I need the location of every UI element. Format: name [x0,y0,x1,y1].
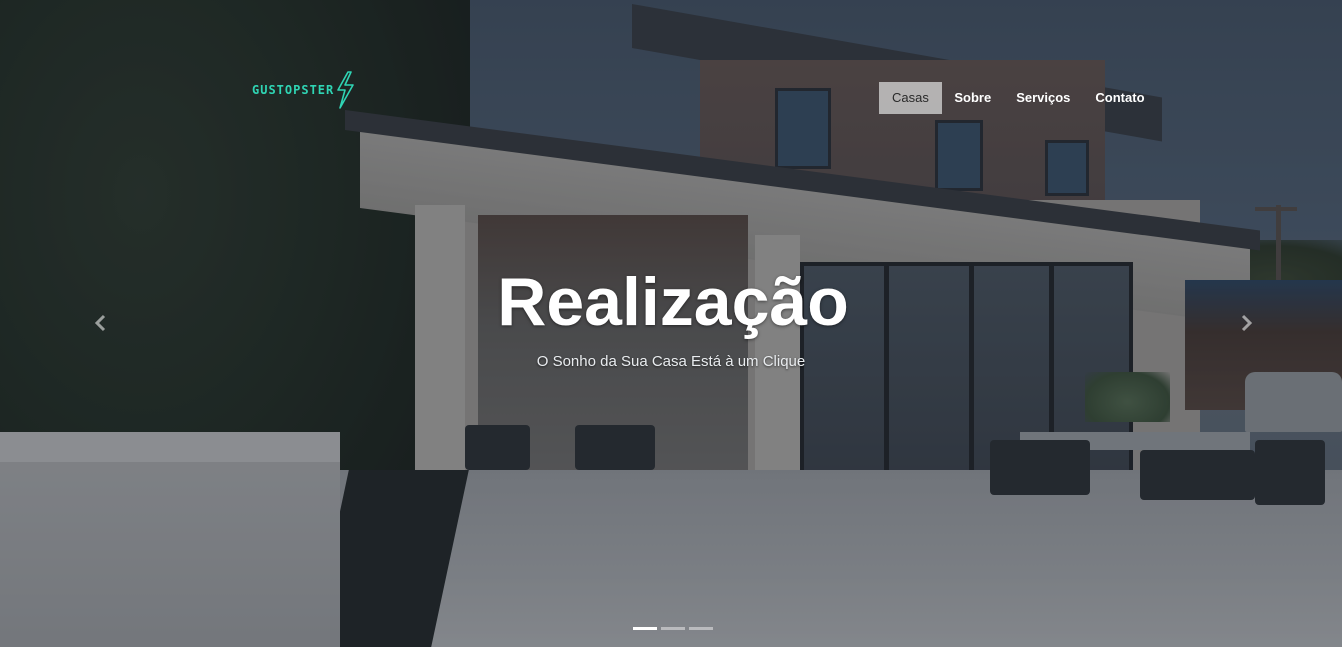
carousel-caption: Realização O Sonho da Sua Casa Está à um… [0,262,1342,372]
carousel-indicator-3[interactable] [689,627,713,630]
hero-carousel: GUSTOPSTER Casas Sobre Serviços Contato … [0,0,1342,647]
carousel-indicators [633,627,713,630]
carousel-title: Realização [497,264,849,340]
carousel-indicator-2[interactable] [661,627,685,630]
logo-text: GUSTOPSTER [252,83,335,97]
carousel-next-button[interactable] [1229,306,1263,340]
lightning-bolt-icon [337,71,355,109]
carousel-subtitle: O Sonho da Sua Casa Está à um Clique [536,353,806,370]
carousel-prev-button[interactable] [84,306,118,340]
chevron-right-icon [1241,314,1253,332]
chevron-left-icon [94,314,106,332]
nav-item-servicos[interactable]: Serviços [1004,82,1083,114]
nav-item-sobre[interactable]: Sobre [942,82,1004,114]
brand-logo[interactable]: GUSTOPSTER [252,70,356,110]
nav-item-contato[interactable]: Contato [1083,82,1157,114]
nav-item-casas[interactable]: Casas [879,82,942,114]
main-nav: Casas Sobre Serviços Contato [879,82,1157,114]
carousel-indicator-1[interactable] [633,627,657,630]
